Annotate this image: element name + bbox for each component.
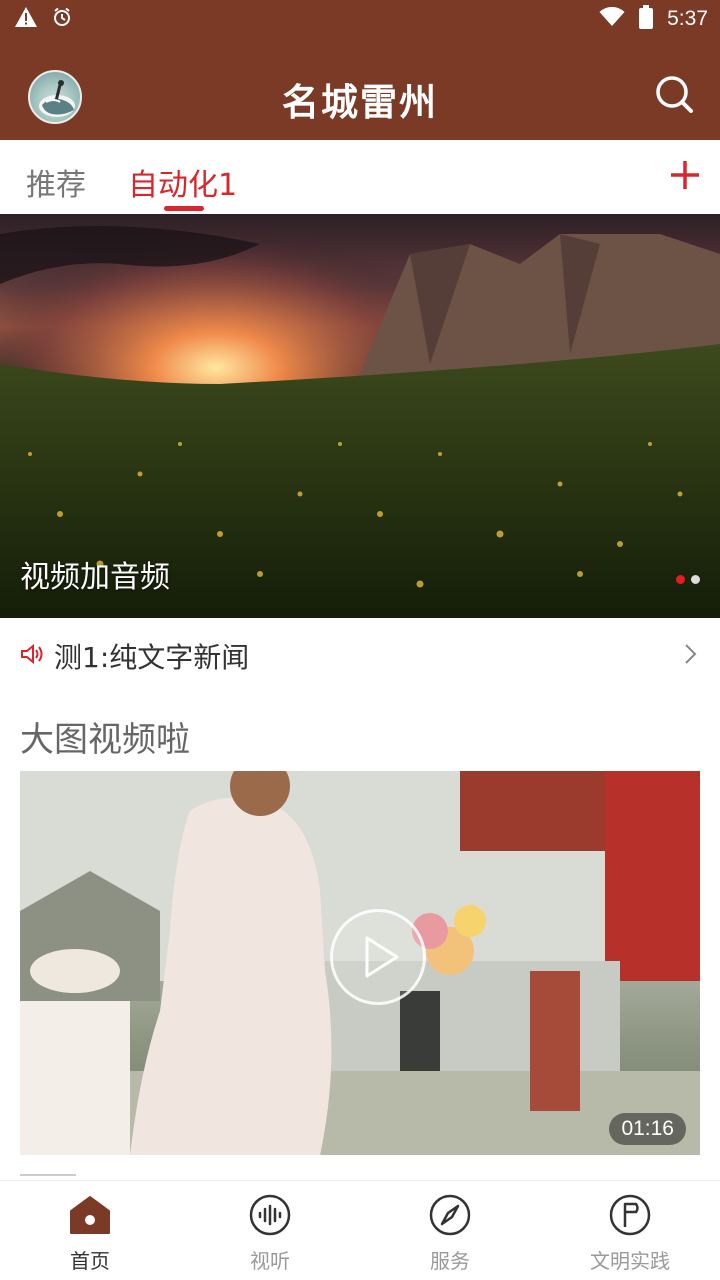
channel-tabs: 推荐 自动化1 — [0, 140, 720, 214]
nav-civilization-label: 文明实践 — [590, 1249, 670, 1273]
bottom-nav: 首页 视听 服务 文明实践 — [0, 1180, 720, 1280]
banner-carousel[interactable]: 视频加音频 — [0, 214, 720, 618]
tab-automation1[interactable]: 自动化1 — [128, 160, 237, 204]
flag-icon — [609, 1194, 651, 1236]
nav-audio-video-label: 视听 — [250, 1249, 290, 1273]
nav-civilization[interactable]: 文明实践 — [540, 1181, 720, 1280]
nav-home-label: 首页 — [70, 1249, 110, 1273]
next-item-peek — [20, 1166, 80, 1178]
nav-audio-video[interactable]: 视听 — [180, 1181, 360, 1280]
nav-services-label: 服务 — [430, 1249, 470, 1273]
audio-wave-icon — [249, 1194, 291, 1236]
compass-icon — [429, 1194, 471, 1236]
search-icon[interactable] — [654, 74, 694, 114]
ticker-text: 测1:纯文字新闻 — [54, 641, 250, 674]
battery-icon — [639, 5, 654, 33]
plus-icon[interactable] — [668, 158, 702, 192]
home-icon — [70, 1196, 110, 1234]
alarm-icon — [52, 7, 72, 31]
news-ticker[interactable]: 测1:纯文字新闻 — [0, 618, 720, 690]
carousel-dot-active — [676, 575, 685, 584]
wifi-icon — [599, 6, 625, 31]
app-screen: 5:37 名城雷州 推荐 自动化1 视频加音频 测1:纯文字新闻 大图视频啦 0… — [0, 0, 720, 1280]
banner-caption: 视频加音频 — [20, 560, 170, 595]
tab-indicator — [164, 206, 204, 211]
carousel-dot — [691, 575, 700, 584]
video-duration: 01:16 — [609, 1113, 686, 1145]
status-bar: 5:37 — [0, 0, 720, 38]
nav-home[interactable]: 首页 — [0, 1181, 180, 1280]
tab-recommend[interactable]: 推荐 — [26, 160, 86, 204]
app-title: 名城雷州 — [282, 81, 438, 124]
carousel-indicator — [676, 575, 700, 584]
status-time: 5:37 — [667, 7, 708, 30]
play-button[interactable] — [330, 909, 426, 1005]
warning-icon — [14, 6, 38, 32]
chevron-right-icon — [685, 644, 697, 664]
nav-services[interactable]: 服务 — [360, 1181, 540, 1280]
app-bar: 名城雷州 — [0, 38, 720, 140]
video-card[interactable]: 01:16 — [20, 771, 700, 1155]
play-icon — [365, 936, 399, 978]
section-title: 大图视频啦 — [20, 720, 190, 760]
speaker-icon — [21, 643, 43, 665]
